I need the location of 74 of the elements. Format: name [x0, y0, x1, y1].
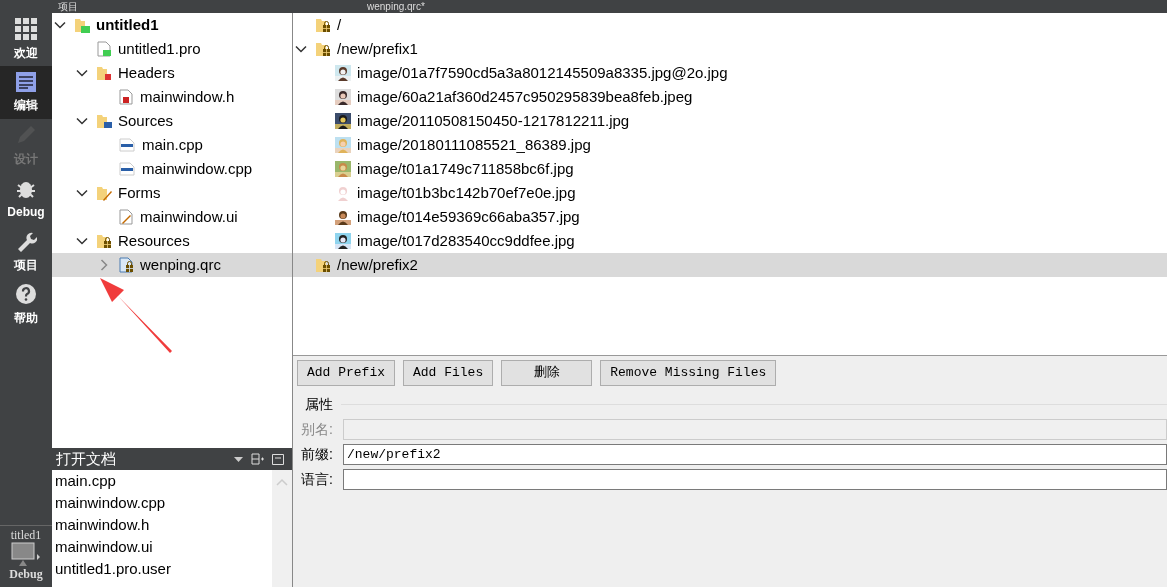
resource-file-icon: [118, 257, 134, 273]
field-label: 语言:: [301, 470, 334, 489]
tree-item[interactable]: /new/prefix1: [293, 37, 1167, 61]
tree-item[interactable]: image/t01a1749c711858bc6f.jpg: [293, 157, 1167, 181]
kit-build: Debug: [9, 568, 43, 580]
collapse-icon[interactable]: [76, 67, 88, 79]
tree-item[interactable]: untitled1.pro: [52, 37, 292, 61]
collapse-icon[interactable]: [76, 235, 88, 247]
editor-file-tab[interactable]: wenping.qrc*: [317, 0, 425, 13]
qt-folder-icon: [74, 17, 90, 33]
header-folder-icon: [96, 65, 112, 81]
action-button[interactable]: Add Files: [403, 360, 494, 386]
resource-folder-icon: [315, 17, 331, 33]
action-button[interactable]: Remove Missing Files: [600, 360, 777, 386]
document-item[interactable]: mainwindow.ui: [52, 536, 272, 558]
action-button[interactable]: 删除: [501, 360, 593, 386]
close-panel-icon[interactable]: [272, 453, 284, 465]
help-icon: [15, 282, 37, 305]
header-file-icon: [118, 89, 134, 105]
field-label: 别名:: [301, 420, 334, 439]
mode-button[interactable]: 项目: [0, 225, 52, 278]
resource-folder-icon: [315, 257, 331, 273]
document-item[interactable]: main.cpp: [52, 470, 272, 492]
tree-item[interactable]: Headers: [52, 61, 292, 85]
tree-item[interactable]: Sources: [52, 109, 292, 133]
source-file-icon: [118, 162, 136, 176]
form-folder-icon: [96, 185, 112, 201]
tree-item[interactable]: main.cpp: [52, 133, 292, 157]
group-title: 属性: [304, 395, 333, 414]
collapse-icon[interactable]: [76, 187, 88, 199]
tree-item[interactable]: mainwindow.h: [52, 85, 292, 109]
mode-button[interactable]: 帮助: [0, 278, 52, 331]
input-field[interactable]: [343, 469, 1167, 490]
kit-project: titled1: [10, 528, 42, 542]
document-item[interactable]: mainwindow.cpp: [52, 492, 272, 514]
mode-button[interactable]: 编辑: [0, 66, 52, 119]
tree-item[interactable]: image/20110508150450-1217812211.jpg: [293, 109, 1167, 133]
tree-item[interactable]: wenping.qrc: [52, 253, 292, 277]
resource-folder-icon: [315, 41, 331, 57]
dropdown-icon[interactable]: [234, 456, 243, 462]
collapse-icon[interactable]: [54, 19, 66, 31]
document-item[interactable]: mainwindow.h: [52, 514, 272, 536]
form-file-icon: [118, 209, 134, 225]
split-icon[interactable]: [251, 453, 264, 465]
grid-icon: [15, 17, 37, 40]
resource-folder-icon: [96, 233, 112, 249]
source-folder-icon: [96, 113, 112, 129]
tree-item[interactable]: mainwindow.ui: [52, 205, 292, 229]
input-field[interactable]: /new/prefix2: [343, 444, 1167, 465]
collapse-icon[interactable]: [295, 43, 307, 55]
tree-item[interactable]: image/01a7f7590cd5a3a8012145509a8335.jpg@2o.jpg: [293, 61, 1167, 85]
document-item[interactable]: untitled1.pro.user: [52, 558, 272, 580]
tree-item[interactable]: image/20180111085521_86389.jpg: [293, 133, 1167, 157]
tree-item[interactable]: /new/prefix2: [293, 253, 1167, 277]
action-button[interactable]: Add Prefix: [297, 360, 395, 386]
source-file-icon: [118, 138, 136, 152]
qt-file-icon: [96, 41, 112, 57]
tree-item[interactable]: /: [293, 13, 1167, 37]
tree-item[interactable]: image/t01b3bc142b70ef7e0e.jpg: [293, 181, 1167, 205]
tree-item[interactable]: image/t017d283540cc9ddfee.jpg: [293, 229, 1167, 253]
collapse-icon[interactable]: [76, 115, 88, 127]
monitor-icon[interactable]: [11, 542, 41, 568]
document-icon: [16, 71, 36, 92]
pane-title: 项目: [58, 0, 78, 13]
tree-item[interactable]: mainwindow.cpp: [52, 157, 292, 181]
tree-item[interactable]: image/t014e59369c66aba357.jpg: [293, 205, 1167, 229]
mode-button[interactable]: 欢迎: [0, 13, 52, 66]
tree-item[interactable]: image/60a21af360d2457c950295839bea8feb.jpeg: [293, 85, 1167, 109]
tree-item[interactable]: untitled1: [52, 13, 292, 37]
tree-item[interactable]: Forms: [52, 181, 292, 205]
mode-button[interactable]: Debug: [0, 172, 52, 225]
panel-title: 打开文档: [56, 449, 116, 469]
tree-item[interactable]: Resources: [52, 229, 292, 253]
field-label: 前缀:: [301, 445, 334, 464]
